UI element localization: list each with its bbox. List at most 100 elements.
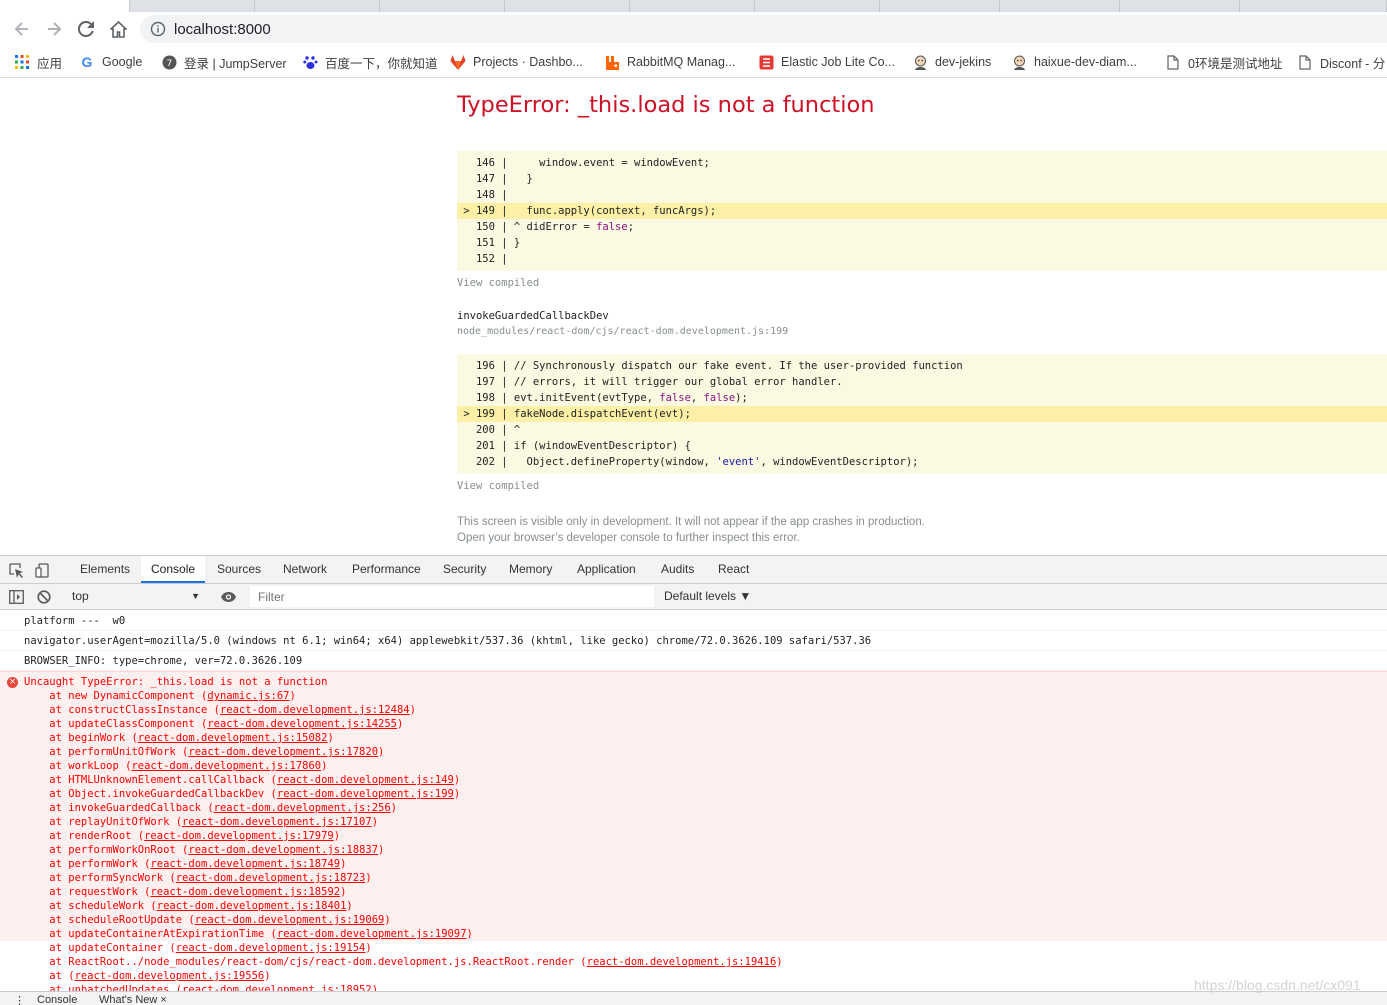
jenkins-icon [1011, 54, 1027, 70]
stack-trace-line[interactable]: at scheduleWork (react-dom.development.j… [24, 899, 352, 913]
devtools-tab-elements[interactable]: Elements [79, 556, 131, 583]
baidu-icon [302, 54, 318, 70]
browser-tab[interactable] [755, 0, 880, 12]
stack-trace-line[interactable]: at constructClassInstance (react-dom.dev… [24, 703, 416, 717]
devtools-tab-react[interactable]: React [717, 556, 750, 583]
stack-trace-line[interactable]: at requestWork (react-dom.development.js… [24, 885, 346, 899]
watermark: https://blog.csdn.net/cx091 [1194, 977, 1361, 993]
stack-trace-line[interactable]: at (react-dom.development.js:19556) [24, 969, 270, 983]
console-filter-input[interactable] [250, 586, 654, 607]
stack-trace-line[interactable]: at performWork (react-dom.development.js… [24, 857, 346, 871]
code-line: 148 | [457, 189, 514, 201]
code-line: 150 | ^ didError = false; [457, 221, 635, 233]
bookmark-disconf[interactable]: Disconf - 分 [1297, 52, 1385, 72]
devtools-tab-audits[interactable]: Audits [660, 556, 695, 583]
code-line: > 199 | fakeNode.dispatchEvent(evt); [457, 406, 1387, 422]
devtools-tab-sources[interactable]: Sources [216, 556, 262, 583]
drawer-menu-icon[interactable]: ⋮ [14, 994, 25, 1005]
code-frame: 196 | // Synchronously dispatch our fake… [457, 354, 1387, 474]
forward-button[interactable] [42, 17, 66, 41]
back-button[interactable] [10, 17, 34, 41]
drawer-tab-whats-new[interactable]: What's New × [99, 994, 167, 1005]
bookmark-test-env[interactable]: 0环境是测试地址 [1165, 52, 1282, 72]
browser-tab[interactable] [880, 0, 1000, 12]
footer-note: Open your browser’s developer console to… [457, 532, 800, 544]
stack-trace-line[interactable]: at replayUnitOfWork (react-dom.developme… [24, 815, 378, 829]
bookmark-jumpserver[interactable]: 7 登录 | JumpServer [161, 52, 287, 72]
bookmark-google[interactable]: G Google [79, 52, 143, 72]
console-log-line: navigator.userAgent=mozilla/5.0 (windows… [0, 631, 1387, 651]
stack-trace-line[interactable]: at scheduleRootUpdate (react-dom.develop… [24, 913, 390, 927]
stack-frame-name: invokeGuardedCallbackDev [457, 310, 609, 322]
bookmark-dev-jekins[interactable]: dev-jekins [912, 52, 991, 72]
stack-trace-line[interactable]: at new DynamicComponent (dynamic.js:67) [24, 689, 296, 703]
home-button[interactable] [106, 17, 130, 41]
address-input[interactable] [174, 20, 774, 38]
address-bar[interactable] [140, 15, 1387, 43]
back-arrow-icon [14, 22, 28, 36]
stack-trace-line[interactable]: at performWorkOnRoot (react-dom.developm… [24, 843, 384, 857]
stack-trace-line[interactable]: at ReactRoot../node_modules/react-dom/cj… [24, 955, 782, 969]
code-line: > 149 | func.apply(context, funcArgs); [457, 203, 1387, 219]
browser-tab[interactable] [1000, 0, 1120, 12]
inspect-element-icon[interactable] [7, 561, 25, 579]
console-log-line: platform --- w0 [0, 611, 1387, 631]
stack-trace-line[interactable]: at updateContainerAtExpirationTime (reac… [24, 927, 473, 941]
browser-tab[interactable] [130, 0, 255, 12]
browser-tab[interactable] [380, 0, 505, 12]
devtools-tab-memory[interactable]: Memory [508, 556, 553, 583]
reload-button[interactable] [74, 17, 98, 41]
stack-trace-line[interactable]: at workLoop (react-dom.development.js:17… [24, 759, 327, 773]
devtools-tab-console[interactable]: Console [141, 556, 206, 583]
console-output[interactable]: platform --- w0 navigator.userAgent=mozi… [0, 611, 1387, 991]
stack-trace-line[interactable]: at performSyncWork (react-dom.developmen… [24, 871, 371, 885]
stack-frame-file[interactable]: node_modules/react-dom/cjs/react-dom.dev… [457, 326, 788, 337]
stack-trace-line[interactable]: at unbatchedUpdates (react-dom.developme… [24, 983, 378, 991]
browser-tab[interactable] [505, 0, 630, 12]
view-compiled-link[interactable]: View compiled [457, 277, 539, 289]
gitlab-icon [450, 54, 466, 70]
bookmark-apps[interactable]: 应用 [14, 52, 62, 72]
log-levels-dropdown[interactable]: Default levels ▼ [664, 584, 751, 609]
bookmark-label: RabbitMQ Manag... [627, 55, 736, 69]
browser-tab[interactable] [1240, 0, 1387, 12]
browser-tab[interactable] [255, 0, 380, 12]
info-icon[interactable] [150, 21, 166, 37]
home-icon [109, 20, 127, 38]
bookmark-rabbitmq[interactable]: RabbitMQ Manag... [604, 52, 735, 72]
devtools-tab-performance[interactable]: Performance [351, 556, 422, 583]
stack-trace-line[interactable]: at updateClassComponent (react-dom.devel… [24, 717, 403, 731]
sidebar-toggle-icon[interactable] [7, 588, 25, 606]
stack-trace-line[interactable]: at Object.invokeGuardedCallbackDev (reac… [24, 787, 460, 801]
device-toolbar-icon[interactable] [33, 561, 51, 579]
reload-icon [78, 21, 94, 37]
clear-console-icon[interactable] [35, 588, 53, 606]
stack-trace-line[interactable]: at HTMLUnknownElement.callCallback (reac… [24, 773, 460, 787]
browser-toolbar [0, 12, 1387, 46]
browser-tab[interactable] [1120, 0, 1240, 12]
browser-tab[interactable] [630, 0, 755, 12]
bookmark-haixue[interactable]: haixue-dev-diam... [1011, 52, 1137, 72]
stack-trace-line[interactable]: at beginWork (react-dom.development.js:1… [24, 731, 334, 745]
devtools-tab-application[interactable]: Application [576, 556, 637, 583]
rabbitmq-icon [604, 54, 620, 70]
context-selector[interactable]: top ▼ [66, 584, 206, 609]
stack-trace-line[interactable]: at renderRoot (react-dom.development.js:… [24, 829, 340, 843]
code-line: 152 | [457, 253, 514, 265]
stack-trace-line[interactable]: at invokeGuardedCallback (react-dom.deve… [24, 801, 397, 815]
bookmarks-bar: 应用 G Google 7 登录 | JumpServer 百度一下，你就知道 … [0, 46, 1387, 78]
page-icon [1165, 54, 1181, 70]
stack-trace-line[interactable]: at updateContainer (react-dom.developmen… [24, 941, 371, 955]
view-compiled-link[interactable]: View compiled [457, 480, 539, 492]
eye-icon[interactable] [219, 588, 237, 606]
devtools-tab-network[interactable]: Network [282, 556, 328, 583]
devtools-tab-security[interactable]: Security [442, 556, 487, 583]
error-title: TypeError: _this.load is not a function [457, 92, 875, 118]
bookmark-baidu[interactable]: 百度一下，你就知道 [302, 52, 438, 72]
bookmark-gitlab[interactable]: Projects · Dashbo... [450, 52, 583, 72]
svg-text:7: 7 [166, 59, 172, 69]
browser-tab[interactable] [0, 0, 130, 12]
bookmark-elasticjob[interactable]: Elastic Job Lite Co... [758, 52, 895, 72]
stack-trace-line[interactable]: at performUnitOfWork (react-dom.developm… [24, 745, 384, 759]
drawer-tab-console[interactable]: Console [37, 994, 77, 1005]
